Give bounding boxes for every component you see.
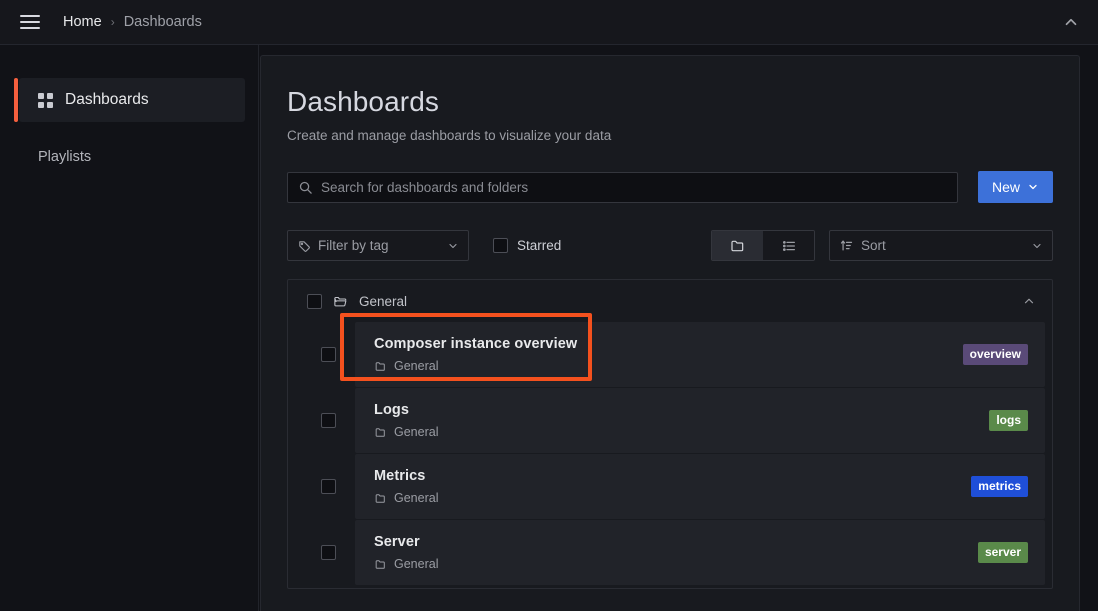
dashboard-text: Metrics General <box>374 468 971 505</box>
view-toggle-group <box>711 230 815 261</box>
row-checkbox[interactable] <box>321 347 336 362</box>
folder-icon <box>730 238 746 254</box>
chevron-down-icon <box>447 240 459 252</box>
breadcrumb-separator: › <box>110 15 115 29</box>
starred-checkbox[interactable] <box>493 238 508 253</box>
folder-icon <box>374 492 387 505</box>
page-title: Dashboards <box>287 86 439 117</box>
table-row: Logs General logs <box>295 388 1045 453</box>
breadcrumb: Home › Dashboards <box>63 14 202 30</box>
main-panel: Dashboards Create and manage dashboards … <box>260 55 1080 611</box>
search-row: New <box>287 171 1053 203</box>
new-button-label: New <box>991 179 1020 195</box>
sidebar-item-label: Dashboards <box>65 91 149 108</box>
top-bar: Home › Dashboards <box>0 0 1098 45</box>
new-button[interactable]: New <box>977 171 1053 203</box>
dashboard-title: Composer instance overview <box>374 336 578 352</box>
sidebar-item-playlists[interactable]: Playlists <box>19 135 245 179</box>
sidebar-item-dashboards[interactable]: Dashboards <box>14 78 245 122</box>
tag-icon <box>297 239 311 253</box>
dashboard-location-label: General <box>394 359 439 373</box>
dashboard-item[interactable]: Server General server <box>355 520 1045 585</box>
sort-amount-icon <box>839 238 854 253</box>
folder-icon <box>374 360 387 373</box>
table-row: Metrics General metrics <box>295 454 1045 519</box>
folder-view-button[interactable] <box>712 231 763 260</box>
dashboard-location: General <box>374 557 978 571</box>
status-badge[interactable]: server <box>977 541 1028 564</box>
chevron-down-icon <box>1031 240 1043 252</box>
list-icon <box>781 238 797 254</box>
grid-icon <box>38 92 53 108</box>
row-checkbox[interactable] <box>321 413 336 428</box>
status-badge[interactable]: logs <box>989 409 1028 432</box>
sidebar-item-label: Playlists <box>38 149 92 165</box>
row-checkbox[interactable] <box>321 545 336 560</box>
breadcrumb-dashboards[interactable]: Dashboards <box>124 14 202 30</box>
folder-icon <box>374 558 387 571</box>
dashboard-text: Server General <box>374 534 978 571</box>
chevron-down-icon <box>1027 181 1039 193</box>
dashboard-text: Logs General <box>374 402 989 439</box>
folder-name: General <box>359 293 408 309</box>
chevron-up-icon[interactable] <box>1022 294 1036 308</box>
sidebar: Dashboards Playlists <box>0 45 259 611</box>
search-box[interactable] <box>287 171 958 203</box>
dashboard-location: General <box>374 359 963 373</box>
search-input[interactable] <box>321 179 947 195</box>
list-view-button[interactable] <box>763 231 814 260</box>
page-subtitle: Create and manage dashboards to visualiz… <box>287 128 612 143</box>
dashboard-title: Logs <box>374 402 410 418</box>
dashboard-text: Composer instance overview General <box>374 336 963 373</box>
folder-open-icon <box>333 294 348 309</box>
hamburger-icon[interactable] <box>17 9 43 35</box>
dashboard-location-label: General <box>394 557 439 571</box>
table-row: Composer instance overview General overv… <box>295 322 1045 387</box>
dashboard-location: General <box>374 425 989 439</box>
chevron-up-icon[interactable] <box>1062 13 1080 31</box>
starred-filter[interactable]: Starred <box>493 238 561 253</box>
dashboard-item[interactable]: Logs General logs <box>355 388 1045 453</box>
folder-checkbox[interactable] <box>307 293 322 309</box>
dashboard-location-label: General <box>394 491 439 505</box>
sort-select[interactable]: Sort <box>829 230 1053 261</box>
dashboard-location: General <box>374 491 971 505</box>
dashboard-location-label: General <box>394 425 439 439</box>
dashboard-title: Metrics <box>374 468 426 484</box>
tag-filter-label: Filter by tag <box>318 238 389 253</box>
status-badge[interactable]: overview <box>962 343 1028 366</box>
breadcrumb-home[interactable]: Home <box>63 14 102 30</box>
dashboard-item[interactable]: Composer instance overview General overv… <box>355 322 1045 387</box>
sort-label: Sort <box>861 238 886 253</box>
search-icon <box>298 180 313 195</box>
folder-icon <box>374 426 387 439</box>
dashboard-item[interactable]: Metrics General metrics <box>355 454 1045 519</box>
dashboard-title: Server <box>374 534 420 550</box>
starred-label: Starred <box>517 238 562 253</box>
tag-filter-select[interactable]: Filter by tag <box>287 230 469 261</box>
table-row: Server General server <box>295 520 1045 585</box>
status-badge[interactable]: metrics <box>971 475 1028 498</box>
folder-header-general[interactable]: General <box>288 280 1052 322</box>
row-checkbox[interactable] <box>321 479 336 494</box>
filter-row: Filter by tag Starred Sort <box>287 230 1053 261</box>
results-list: General Composer instance overview Gener… <box>287 279 1053 589</box>
